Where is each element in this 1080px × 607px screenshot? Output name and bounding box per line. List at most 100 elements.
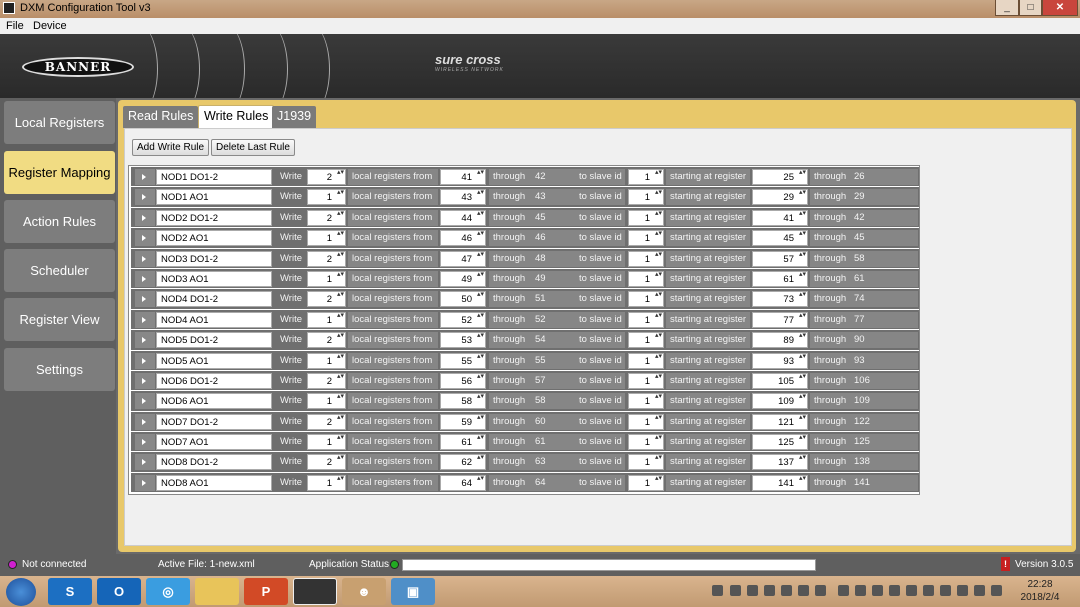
tab-write-rules[interactable]: Write Rules <box>198 105 275 129</box>
sidebar-item-register-view[interactable]: Register View <box>4 298 115 341</box>
dxm-tool-icon[interactable] <box>293 578 337 605</box>
slave-id-stepper[interactable]: 1 <box>628 209 664 226</box>
expand-row-icon[interactable] <box>135 270 155 287</box>
expand-row-icon[interactable] <box>135 189 155 206</box>
tray-icon[interactable] <box>764 585 775 596</box>
tray-icon[interactable] <box>855 585 866 596</box>
register-count-stepper[interactable]: 2 <box>307 250 346 267</box>
slave-id-stepper[interactable]: 1 <box>628 332 664 349</box>
register-count-stepper[interactable]: 2 <box>307 332 346 349</box>
register-count-stepper[interactable]: 2 <box>307 372 346 389</box>
slave-id-stepper[interactable]: 1 <box>628 413 664 430</box>
file-explorer-icon[interactable] <box>195 578 239 605</box>
start-register-stepper[interactable]: 25 <box>752 169 808 185</box>
expand-row-icon[interactable] <box>135 413 155 430</box>
rule-name-field[interactable]: NOD3 AO1 <box>156 270 272 287</box>
slave-id-stepper[interactable]: 1 <box>628 393 664 410</box>
tray-icon[interactable] <box>923 585 934 596</box>
tray-icon[interactable] <box>957 585 968 596</box>
register-count-stepper[interactable]: 2 <box>307 291 346 308</box>
rule-name-field[interactable]: NOD4 AO1 <box>156 311 272 328</box>
tray-icon[interactable] <box>730 585 741 596</box>
tray-icon[interactable] <box>747 585 758 596</box>
register-count-stepper[interactable]: 1 <box>307 270 346 287</box>
local-from-stepper[interactable]: 53 <box>440 332 486 349</box>
local-from-stepper[interactable]: 61 <box>440 434 486 451</box>
bluetooth-icon[interactable] <box>838 585 849 596</box>
tray-icon[interactable] <box>798 585 809 596</box>
start-register-stepper[interactable]: 61 <box>752 270 808 287</box>
register-count-stepper[interactable]: 1 <box>307 393 346 410</box>
rule-name-field[interactable]: NOD1 AO1 <box>156 189 272 206</box>
expand-row-icon[interactable] <box>135 352 155 369</box>
sidebar-item-local-registers[interactable]: Local Registers <box>4 101 115 144</box>
slave-id-stepper[interactable]: 1 <box>628 434 664 451</box>
local-from-stepper[interactable]: 43 <box>440 189 486 206</box>
maximize-button[interactable]: □ <box>1019 0 1042 16</box>
outlook-icon[interactable]: O <box>97 578 141 605</box>
local-from-stepper[interactable]: 44 <box>440 209 486 226</box>
wifi-icon[interactable] <box>781 585 792 596</box>
local-from-stepper[interactable]: 52 <box>440 311 486 328</box>
start-register-stepper[interactable]: 57 <box>752 250 808 267</box>
qq-icon[interactable]: ☻ <box>342 578 386 605</box>
slave-id-stepper[interactable]: 1 <box>628 352 664 369</box>
start-register-stepper[interactable]: 141 <box>752 474 808 491</box>
start-register-stepper[interactable]: 109 <box>752 393 808 410</box>
expand-row-icon[interactable] <box>135 209 155 226</box>
tab-j1939[interactable]: J1939 <box>272 106 317 128</box>
start-icon[interactable] <box>6 578 36 606</box>
rule-name-field[interactable]: NOD3 DO1-2 <box>156 250 272 267</box>
local-from-stepper[interactable]: 49 <box>440 270 486 287</box>
expand-row-icon[interactable] <box>135 434 155 451</box>
register-count-stepper[interactable]: 1 <box>307 434 346 451</box>
start-register-stepper[interactable]: 137 <box>752 454 808 471</box>
local-from-stepper[interactable]: 47 <box>440 250 486 267</box>
start-register-stepper[interactable]: 93 <box>752 352 808 369</box>
local-from-stepper[interactable]: 46 <box>440 230 486 247</box>
slave-id-stepper[interactable]: 1 <box>628 454 664 471</box>
register-count-stepper[interactable]: 2 <box>307 454 346 471</box>
register-count-stepper[interactable]: 2 <box>307 413 346 430</box>
tray-icon[interactable] <box>906 585 917 596</box>
rule-name-field[interactable]: NOD5 DO1-2 <box>156 332 272 349</box>
rule-name-field[interactable]: NOD1 DO1-2 <box>156 169 272 185</box>
rule-name-field[interactable]: NOD8 DO1-2 <box>156 454 272 471</box>
tray-icon[interactable] <box>872 585 883 596</box>
sidebar-item-settings[interactable]: Settings <box>4 348 115 391</box>
local-from-stepper[interactable]: 56 <box>440 372 486 389</box>
tray-icon[interactable] <box>991 585 1002 596</box>
tab-read-rules[interactable]: Read Rules <box>123 106 199 128</box>
volume-icon[interactable] <box>815 585 826 596</box>
local-from-stepper[interactable]: 55 <box>440 352 486 369</box>
register-count-stepper[interactable]: 1 <box>307 189 346 206</box>
slave-id-stepper[interactable]: 1 <box>628 291 664 308</box>
start-register-stepper[interactable]: 45 <box>752 230 808 247</box>
local-from-stepper[interactable]: 62 <box>440 454 486 471</box>
register-count-stepper[interactable]: 1 <box>307 311 346 328</box>
minimize-button[interactable]: _ <box>995 0 1019 16</box>
register-count-stepper[interactable]: 2 <box>307 209 346 226</box>
sidebar-item-register-mapping[interactable]: Register Mapping <box>4 151 115 194</box>
local-from-stepper[interactable]: 50 <box>440 291 486 308</box>
slave-id-stepper[interactable]: 1 <box>628 250 664 267</box>
start-register-stepper[interactable]: 29 <box>752 189 808 206</box>
slave-id-stepper[interactable]: 1 <box>628 270 664 287</box>
rule-name-field[interactable]: NOD7 DO1-2 <box>156 413 272 430</box>
expand-row-icon[interactable] <box>135 372 155 389</box>
menu-file[interactable]: File <box>6 20 24 32</box>
expand-row-icon[interactable] <box>135 474 155 491</box>
slave-id-stepper[interactable]: 1 <box>628 311 664 328</box>
register-count-stepper[interactable]: 2 <box>307 169 346 185</box>
tray-icon[interactable] <box>889 585 900 596</box>
maps-icon[interactable]: ◎ <box>146 578 190 605</box>
rule-name-field[interactable]: NOD6 AO1 <box>156 393 272 410</box>
slave-id-stepper[interactable]: 1 <box>628 189 664 206</box>
local-from-stepper[interactable]: 41 <box>440 169 486 185</box>
start-register-stepper[interactable]: 41 <box>752 209 808 226</box>
rule-name-field[interactable]: NOD8 AO1 <box>156 474 272 491</box>
expand-row-icon[interactable] <box>135 332 155 349</box>
register-count-stepper[interactable]: 1 <box>307 474 346 491</box>
rule-name-field[interactable]: NOD4 DO1-2 <box>156 291 272 308</box>
close-button[interactable]: ✕ <box>1042 0 1078 16</box>
